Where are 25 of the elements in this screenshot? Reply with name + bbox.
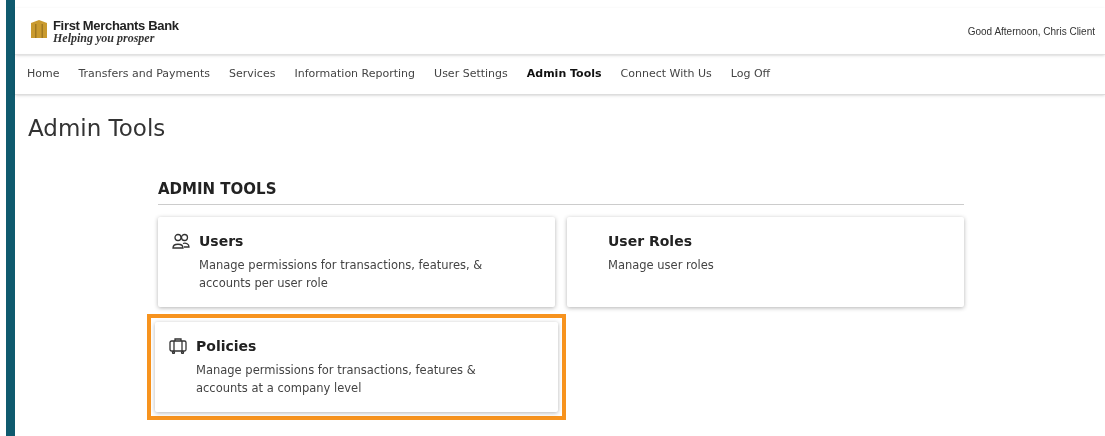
card-title: Policies <box>196 336 257 356</box>
nav-link[interactable]: Home <box>27 66 60 83</box>
card-description: Manage user roles <box>608 256 715 274</box>
nav-link[interactable]: Transfers and Payments <box>78 66 211 83</box>
nav-link[interactable]: User Settings <box>434 66 508 83</box>
nav-link[interactable]: Admin Tools <box>526 66 602 83</box>
card-description: Manage permissions for transactions, features, & accounts per user role <box>199 256 484 292</box>
tool-card[interactable]: Users Manage permissions for transactions, features, & accounts per user role <box>158 216 555 307</box>
tool-card[interactable]: User Roles Manage user roles <box>567 216 964 307</box>
section-heading: ADMIN TOOLS <box>158 178 964 205</box>
card-title: User Roles <box>608 231 692 251</box>
nav-link[interactable]: Services <box>229 66 276 83</box>
nav-link[interactable]: Log Off <box>730 66 771 83</box>
page-title: Admin Tools <box>28 117 167 140</box>
tagline: Helping you prosper <box>53 31 156 44</box>
columns-logo-icon <box>29 18 49 39</box>
users-icon <box>172 233 190 249</box>
tool-card[interactable]: Policies Manage permissions for transactions, features & accounts at a company level <box>155 321 558 412</box>
briefcase-icon <box>169 338 187 354</box>
greeting-text: Good Afternoon, Chris Client <box>967 24 1095 39</box>
bank-name: First Merchants Bank <box>53 18 179 32</box>
card-title: Users <box>199 231 244 251</box>
card-description: Manage permissions for transactions, features & accounts at a company level <box>196 361 477 397</box>
nav-link[interactable]: Connect With Us <box>620 66 712 83</box>
nav-link[interactable]: Information Reporting <box>294 66 416 83</box>
